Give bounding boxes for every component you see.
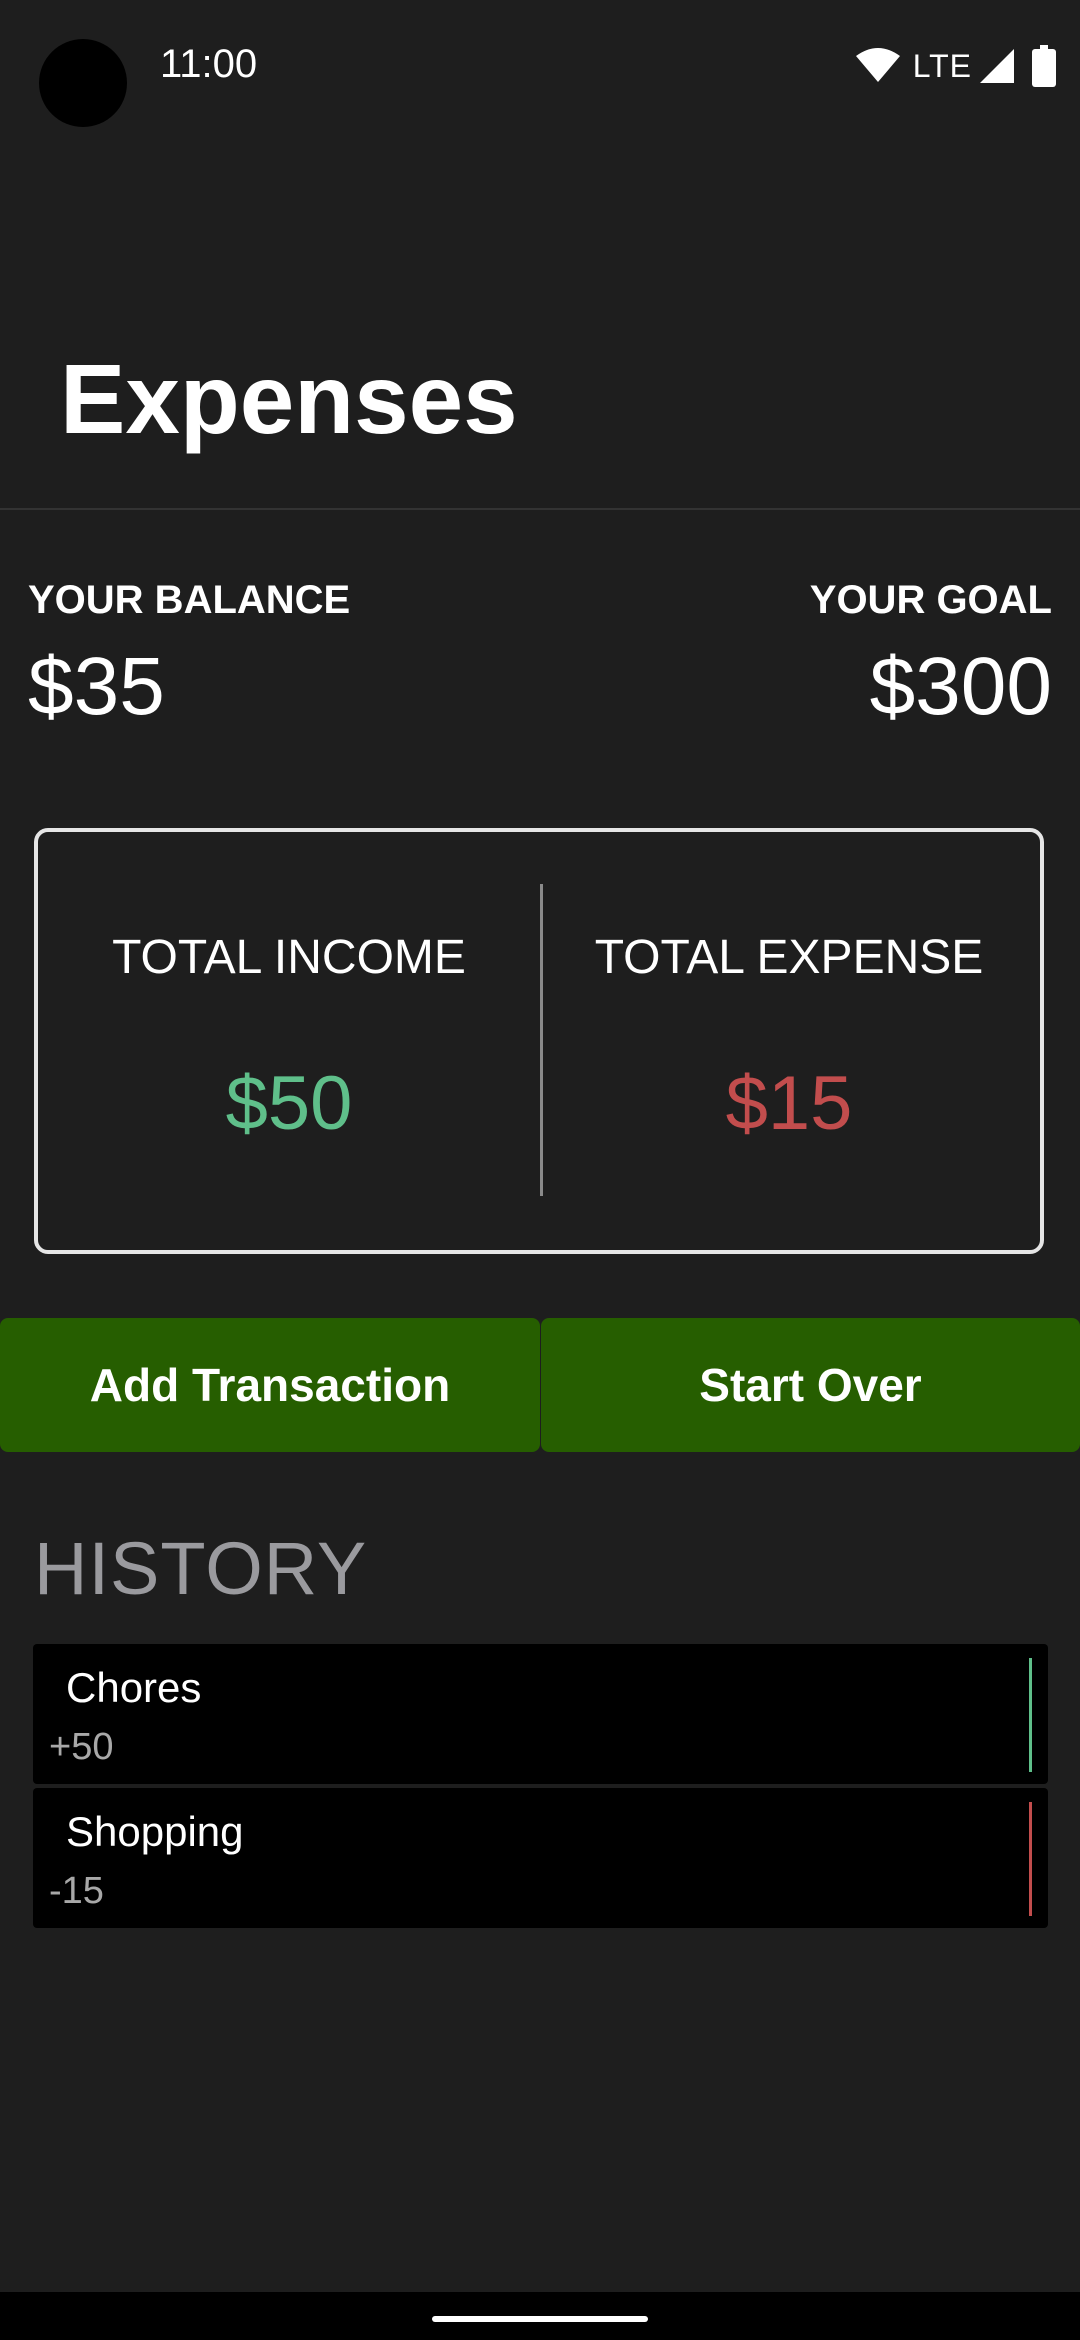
total-income-label: TOTAL INCOME: [112, 931, 466, 984]
status-icons: LTE: [855, 44, 1056, 88]
history-list: Chores +50 Shopping -15: [33, 1644, 1048, 1932]
wifi-icon: [855, 48, 901, 84]
battery-icon: [1032, 45, 1056, 87]
balance-value: $35: [28, 641, 165, 732]
status-bar: 11:00 LTE: [0, 0, 1080, 140]
add-transaction-button[interactable]: Add Transaction: [0, 1318, 540, 1452]
history-item-chores[interactable]: Chores +50: [33, 1644, 1048, 1784]
history-item-shopping[interactable]: Shopping -15: [33, 1788, 1048, 1928]
balance-label: YOUR BALANCE: [28, 578, 351, 622]
home-gesture-handle[interactable]: [432, 2316, 648, 2322]
goal-value: $300: [869, 641, 1052, 732]
camera-cutout: [39, 39, 127, 127]
totals-card: TOTAL INCOME $50 TOTAL EXPENSE $15: [34, 828, 1044, 1254]
history-item-title: Shopping: [66, 1808, 244, 1855]
income-indicator: [1029, 1658, 1032, 1772]
expense-indicator: [1029, 1802, 1032, 1916]
status-time: 11:00: [160, 42, 258, 86]
cell-signal-icon: [978, 47, 1016, 85]
navigation-bar: [0, 2292, 1080, 2340]
history-heading: HISTORY: [34, 1527, 368, 1610]
history-item-amount: +50: [49, 1726, 114, 1768]
total-expense-label: TOTAL EXPENSE: [594, 931, 984, 984]
total-income-value: $50: [225, 1061, 353, 1146]
history-item-title: Chores: [66, 1664, 202, 1711]
total-expense-value: $15: [725, 1061, 853, 1146]
network-type-label: LTE: [912, 47, 972, 84]
page-title: Expenses: [60, 344, 518, 454]
expense-column: TOTAL EXPENSE $15: [538, 832, 1040, 1250]
goal-label: YOUR GOAL: [809, 578, 1052, 622]
history-item-amount: -15: [49, 1870, 104, 1912]
start-over-button[interactable]: Start Over: [541, 1318, 1080, 1452]
header-divider: [0, 508, 1080, 510]
income-column: TOTAL INCOME $50: [38, 832, 540, 1250]
